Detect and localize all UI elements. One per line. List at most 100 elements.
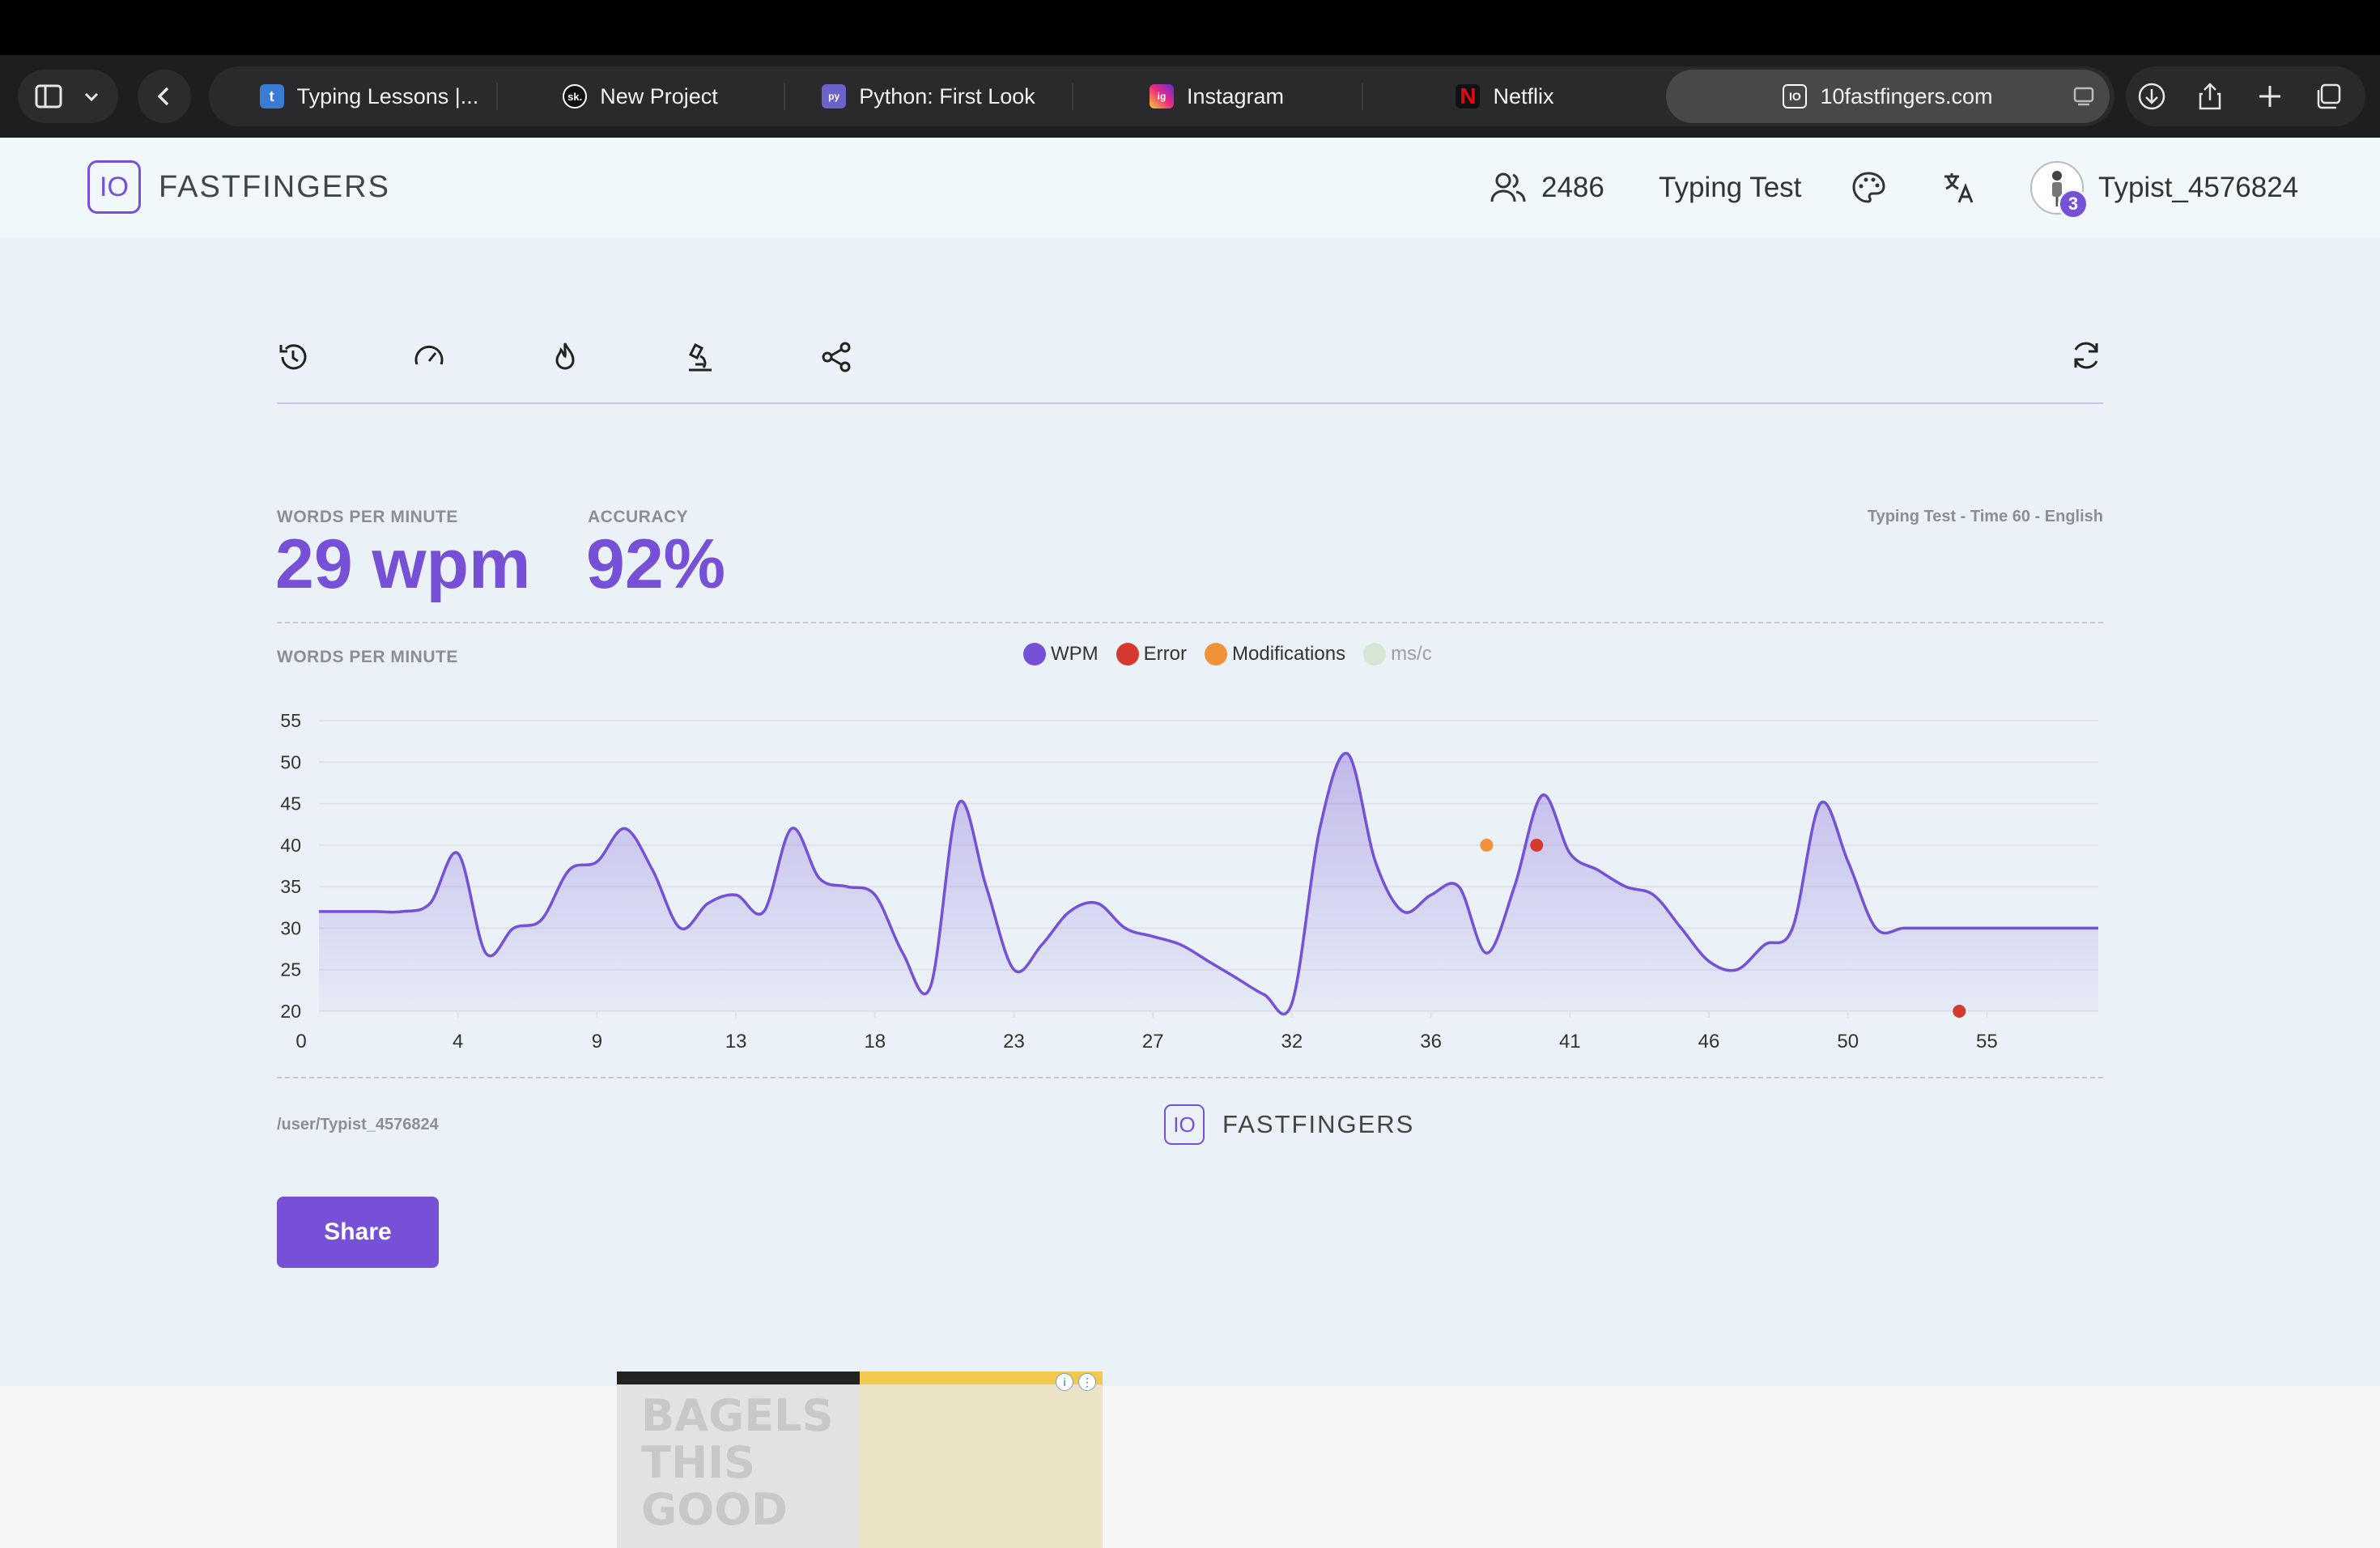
user-menu[interactable]: 3 Typist_4576824 <box>2030 138 2298 238</box>
tab-instagram[interactable]: ig Instagram <box>1073 66 1360 126</box>
sidebar-toggle-button[interactable] <box>18 70 118 123</box>
legend-msc-label: ms/c <box>1391 643 1432 665</box>
logo-mark: IO <box>87 160 141 214</box>
refresh-icon[interactable] <box>2069 338 2103 372</box>
x-tick-label: 0 <box>295 1031 306 1053</box>
legend-modifications[interactable]: Modifications <box>1205 643 1345 666</box>
sidebar-icon <box>35 84 62 108</box>
netflix-favicon-icon: N <box>1456 83 1481 108</box>
logo-text: FASTFINGERS <box>159 169 390 204</box>
y-tick-label: 50 <box>280 751 301 772</box>
new-tab-plus-icon[interactable] <box>2255 82 2284 111</box>
advertisement[interactable]: BAGELS THIS GOOD i ⋮ <box>617 1372 1103 1548</box>
palette-icon <box>1852 172 1885 203</box>
site-logo[interactable]: IO FASTFINGERS <box>87 160 390 214</box>
legend-error-swatch <box>1116 643 1139 666</box>
browser-toolbar: t Typing Lessons |... sk. New Project py… <box>0 55 2380 138</box>
chevron-left-icon <box>157 87 169 106</box>
tab-overview-icon[interactable] <box>2314 82 2343 111</box>
tab-label: Netflix <box>1493 83 1554 108</box>
legend-modifications-swatch <box>1205 643 1227 666</box>
x-tick-label: 23 <box>1003 1031 1025 1053</box>
x-tick-label: 18 <box>864 1031 886 1053</box>
tab-netflix[interactable]: N Netflix <box>1362 66 1648 126</box>
tab-label: New Project <box>600 83 718 108</box>
reader-mode-icon[interactable] <box>2072 85 2095 108</box>
chart-legend: WPM Error Modifications ms/c <box>1023 643 1432 666</box>
y-tick-label: 25 <box>280 959 301 980</box>
legend-error[interactable]: Error <box>1116 643 1187 666</box>
tab-10fastfingers-active[interactable]: IO 10fastfingers.com <box>1666 70 2110 123</box>
y-tick-label: 55 <box>280 710 301 731</box>
browser-actions <box>2126 66 2365 126</box>
legend-msc-swatch <box>1363 643 1387 666</box>
tab-label: Typing Lessons |... <box>296 83 479 108</box>
translate-icon <box>1944 173 1974 203</box>
ad-headline: BAGELS THIS GOOD <box>641 1390 834 1535</box>
accuracy-value: 92% <box>586 525 726 603</box>
wpm-value: 29 wpm <box>275 525 531 603</box>
ad-more-icon[interactable]: ⋮ <box>1078 1373 1096 1391</box>
online-users[interactable]: 2486 <box>1490 138 1604 238</box>
tab-label: 10fastfingers.com <box>1820 83 1993 108</box>
x-tick-label: 46 <box>1698 1031 1720 1053</box>
fastfingers-favicon-icon: IO <box>1783 84 1808 108</box>
chevron-down-icon <box>84 92 99 102</box>
x-tick-label: 9 <box>592 1031 602 1053</box>
x-tick-label: 41 <box>1559 1031 1581 1053</box>
ad-image <box>860 1384 1103 1548</box>
stats-divider <box>277 622 2103 623</box>
ad-info-icon[interactable]: i <box>1056 1373 1073 1391</box>
tab-typing-lessons[interactable]: t Typing Lessons |... <box>225 66 513 126</box>
username: Typist_4576824 <box>2098 172 2299 203</box>
modifications-marker <box>1480 838 1494 852</box>
avatar: 3 <box>2030 161 2089 219</box>
tab-new-project[interactable]: sk. New Project <box>497 66 784 126</box>
download-icon[interactable] <box>2137 82 2166 111</box>
microscope-icon[interactable] <box>684 340 718 374</box>
tab-python-first-look[interactable]: py Python: First Look <box>785 66 1072 126</box>
theme-button[interactable] <box>1851 138 1886 238</box>
chart-divider <box>277 1077 2103 1078</box>
error-marker <box>1530 838 1544 852</box>
flame-icon[interactable] <box>548 340 582 374</box>
tab-bar: t Typing Lessons |... sk. New Project py… <box>209 66 2114 126</box>
y-tick-label: 30 <box>280 917 301 938</box>
site-header: IO FASTFINGERS 2486 Typing Test 3 Typist… <box>0 138 2380 238</box>
chart-label: WORDS PER MINUTE <box>277 648 458 666</box>
legend-wpm-swatch <box>1023 643 1046 666</box>
share-icon[interactable] <box>2195 82 2225 111</box>
system-top-bar <box>0 0 2380 55</box>
x-tick-label: 32 <box>1281 1031 1303 1053</box>
history-icon[interactable] <box>276 340 310 374</box>
users-icon <box>1490 172 1526 202</box>
share-button[interactable]: Share <box>277 1197 439 1268</box>
x-tick-label: 50 <box>1837 1031 1859 1053</box>
python-favicon-icon: py <box>822 84 847 108</box>
legend-msc[interactable]: ms/c <box>1363 643 1432 666</box>
bottom-area <box>0 1386 2380 1548</box>
ad-info[interactable]: i ⋮ <box>1056 1373 1096 1391</box>
footer-logo-mark: IO <box>1164 1104 1205 1145</box>
legend-modifications-label: Modifications <box>1232 643 1346 665</box>
notification-badge: 3 <box>2058 189 2089 219</box>
y-tick-label: 35 <box>280 876 301 897</box>
tab-label: Python: First Look <box>859 83 1035 108</box>
speedometer-icon[interactable] <box>412 340 446 374</box>
legend-wpm[interactable]: WPM <box>1023 643 1099 666</box>
test-meta: Typing Test - Time 60 - English <box>1867 508 2103 525</box>
typing-test-link[interactable]: Typing Test <box>1659 138 1801 238</box>
instagram-favicon-icon: ig <box>1149 84 1174 108</box>
y-tick-label: 40 <box>280 835 301 856</box>
legend-error-label: Error <box>1143 643 1187 665</box>
wpm-area <box>319 753 2098 1014</box>
share-nodes-icon[interactable] <box>820 340 854 374</box>
language-button[interactable] <box>1941 138 1977 238</box>
typing-test-label: Typing Test <box>1659 172 1802 203</box>
online-count: 2486 <box>1541 172 1604 203</box>
y-tick-label: 20 <box>280 1001 301 1022</box>
error-marker <box>1953 1005 1966 1018</box>
toolbar-divider <box>277 402 2103 404</box>
footer-logo: IO FASTFINGERS <box>1164 1104 1414 1145</box>
back-button[interactable] <box>138 70 191 123</box>
